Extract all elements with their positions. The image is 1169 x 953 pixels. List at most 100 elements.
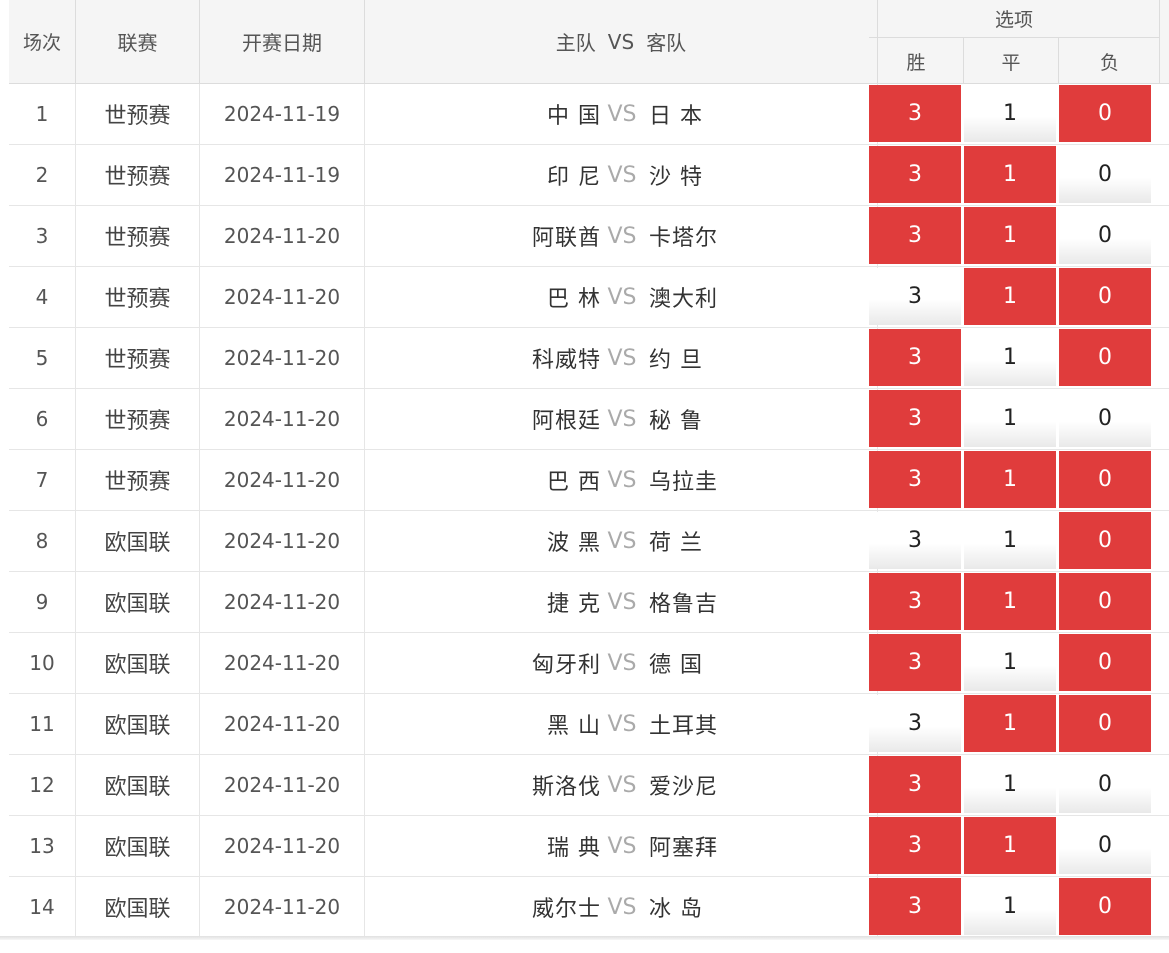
option-draw-button[interactable]: 1 xyxy=(964,512,1056,569)
match-teams: 波 黑 VS 荷 兰 xyxy=(365,511,878,571)
header-away: 客队 xyxy=(646,31,687,55)
option-draw-button[interactable]: 1 xyxy=(964,451,1056,508)
option-win-button[interactable]: 3 xyxy=(869,329,961,386)
league-name: 世预赛 xyxy=(76,328,200,388)
table-row: 5 世预赛 2024-11-20 科威特 VS 约 旦 310 xyxy=(9,328,1169,389)
match-date: 2024-11-20 xyxy=(200,389,365,449)
option-draw-button[interactable]: 1 xyxy=(964,878,1056,935)
table-row: 3 世预赛 2024-11-20 阿联酋 VS 卡塔尔 3 1 0 xyxy=(9,206,1169,267)
away-team: 乌拉圭 xyxy=(649,470,719,495)
option-draw-button[interactable]: 1 xyxy=(964,390,1056,447)
match-teams: 匈牙利 VS 德 国 xyxy=(365,633,878,693)
match-number: 3 xyxy=(9,206,76,266)
away-team: 秘 鲁 xyxy=(649,409,703,434)
option-draw-button[interactable]: 1 xyxy=(964,573,1056,630)
match-date: 2024-11-20 xyxy=(200,511,365,571)
league-name: 世预赛 xyxy=(76,84,200,144)
option-lose-button[interactable]: 0 xyxy=(1059,878,1151,935)
match-teams: 巴 西 VS 乌拉圭 xyxy=(365,450,878,510)
match-teams: 捷 克 VS 格鲁吉 xyxy=(365,572,878,632)
league-name: 欧国联 xyxy=(76,877,200,937)
option-lose-button[interactable]: 0 xyxy=(1059,329,1151,386)
match-teams: 印 尼 VS 沙 特 xyxy=(365,145,878,205)
option-win-button[interactable]: 3 xyxy=(869,268,961,325)
league-name: 世预赛 xyxy=(76,206,200,266)
league-name: 欧国联 xyxy=(76,511,200,571)
vs-label: VS xyxy=(607,894,637,920)
option-win-button[interactable]: 3 xyxy=(869,207,961,264)
option-lose-button[interactable]: 0 xyxy=(1059,695,1151,752)
option-draw-button[interactable]: 1 xyxy=(964,634,1056,691)
table-row: 12 欧国联 2024-11-20 斯洛伐 VS 爱沙尼 3 1 0 xyxy=(9,755,1169,816)
table-row: 7 世预赛 2024-11-20 巴 西 VS 乌拉圭 3 1 0 xyxy=(9,450,1169,511)
away-team: 冰 岛 xyxy=(649,897,703,922)
option-win-button[interactable]: 3 xyxy=(869,390,961,447)
option-win-button[interactable]: 3 xyxy=(869,634,961,691)
option-lose-button[interactable]: 0 xyxy=(1059,207,1151,264)
home-team: 威尔士 xyxy=(531,897,601,922)
option-win-button[interactable]: 3 xyxy=(869,878,961,935)
match-number: 6 xyxy=(9,389,76,449)
option-lose-button[interactable]: 0 xyxy=(1059,451,1151,508)
table-row: 10 欧国联 2024-11-20 匈牙利 VS 德 国310 xyxy=(9,633,1169,694)
table-row: 2 世预赛 2024-11-19 印 尼 VS 沙 特 310 xyxy=(9,145,1169,206)
option-win-button[interactable]: 3 xyxy=(869,695,961,752)
table-header: 场次 联赛 开赛日期 主队 VS 客队 选项 胜 平 负 xyxy=(9,0,1169,84)
option-draw-button[interactable]: 1 xyxy=(964,756,1056,813)
option-lose-button[interactable]: 0 xyxy=(1059,634,1151,691)
option-win-button[interactable]: 3 xyxy=(869,512,961,569)
match-teams: 阿根廷 VS 秘 鲁 xyxy=(365,389,878,449)
option-lose-button[interactable]: 0 xyxy=(1059,268,1151,325)
home-team: 阿联酋 xyxy=(531,226,601,251)
league-name: 欧国联 xyxy=(76,816,200,876)
league-name: 世预赛 xyxy=(76,145,200,205)
match-teams: 中 国 VS 日 本 xyxy=(365,84,878,144)
option-draw-button[interactable]: 1 xyxy=(964,329,1056,386)
option-draw-button[interactable]: 1 xyxy=(964,207,1056,264)
match-date: 2024-11-20 xyxy=(200,694,365,754)
match-date: 2024-11-20 xyxy=(200,206,365,266)
option-win-button[interactable]: 3 xyxy=(869,573,961,630)
option-lose-button[interactable]: 0 xyxy=(1059,146,1151,203)
option-draw-button[interactable]: 1 xyxy=(964,817,1056,874)
match-date: 2024-11-20 xyxy=(200,572,365,632)
table-row: 9 欧国联 2024-11-20 捷 克 VS 格鲁吉 3 1 0 xyxy=(9,572,1169,633)
match-teams: 巴 林 VS 澳大利 xyxy=(365,267,878,327)
home-team: 捷 克 xyxy=(547,592,601,617)
option-win-button[interactable]: 3 xyxy=(869,85,961,142)
away-team: 约 旦 xyxy=(649,348,703,373)
option-lose-button[interactable]: 0 xyxy=(1059,390,1151,447)
option-win-button[interactable]: 3 xyxy=(869,146,961,203)
option-win-button[interactable]: 3 xyxy=(869,817,961,874)
table-body: 1 世预赛 2024-11-19 中 国 VS 日 本 3 1 0 2 世预赛 2024-11-19 印… xyxy=(9,84,1169,938)
match-date: 2024-11-20 xyxy=(200,328,365,388)
league-name: 欧国联 xyxy=(76,572,200,632)
option-draw-button[interactable]: 1 xyxy=(964,268,1056,325)
match-number: 8 xyxy=(9,511,76,571)
option-draw-button[interactable]: 1 xyxy=(964,146,1056,203)
table-row: 6 世预赛 2024-11-20 阿根廷 VS 秘 鲁 310 xyxy=(9,389,1169,450)
league-name: 世预赛 xyxy=(76,450,200,510)
header-opt-lose: 负 xyxy=(1099,51,1119,74)
option-draw-button[interactable]: 1 xyxy=(964,695,1056,752)
option-lose-button[interactable]: 0 xyxy=(1059,756,1151,813)
option-win-button[interactable]: 3 xyxy=(869,756,961,813)
option-draw-button[interactable]: 1 xyxy=(964,85,1056,142)
table-row: 1 世预赛 2024-11-19 中 国 VS 日 本310 xyxy=(9,84,1169,145)
match-number: 11 xyxy=(9,694,76,754)
vs-label: VS xyxy=(607,589,637,615)
match-teams: 威尔士 VS 冰 岛 xyxy=(365,877,878,937)
option-lose-button[interactable]: 0 xyxy=(1059,573,1151,630)
match-number: 10 xyxy=(9,633,76,693)
vs-label: VS xyxy=(607,650,637,676)
header-options-title: 选项 xyxy=(869,0,1159,38)
match-number: 1 xyxy=(9,84,76,144)
option-lose-button[interactable]: 0 xyxy=(1059,817,1151,874)
option-lose-button[interactable]: 0 xyxy=(1059,85,1151,142)
vs-label: VS xyxy=(607,772,637,798)
table-row: 14 欧国联 2024-11-20 威尔士 VS 冰 岛 310 xyxy=(9,877,1169,938)
option-win-button[interactable]: 3 xyxy=(869,451,961,508)
option-lose-button[interactable]: 0 xyxy=(1059,512,1151,569)
league-name: 欧国联 xyxy=(76,633,200,693)
league-name: 世预赛 xyxy=(76,389,200,449)
